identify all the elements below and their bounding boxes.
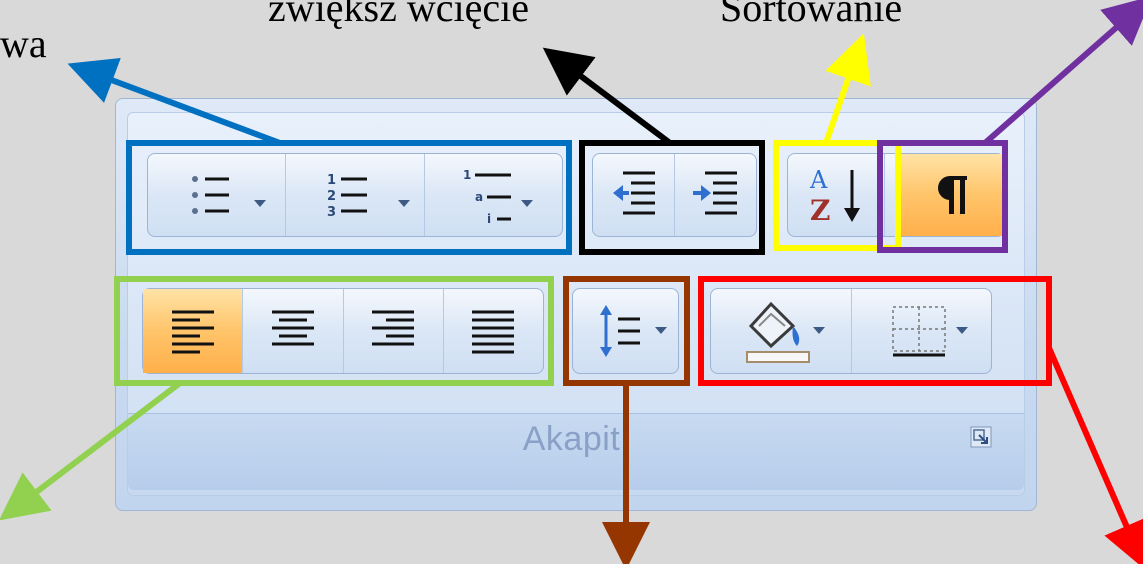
svg-text:1: 1	[327, 173, 336, 188]
line-spacing-button[interactable]	[573, 289, 678, 373]
align-right-button[interactable]	[344, 289, 444, 373]
svg-text:3: 3	[327, 205, 336, 220]
svg-text:a: a	[475, 190, 483, 204]
sort-marks-button-group: A Z	[787, 153, 1005, 237]
svg-text:1: 1	[463, 168, 471, 182]
callout-caption-increase-indent: zwiększ wcięcie	[268, 0, 529, 30]
align-left-icon	[171, 310, 214, 354]
align-center-button[interactable]	[243, 289, 344, 373]
sort-button[interactable]: A Z	[788, 154, 885, 236]
shading-button[interactable]	[711, 289, 852, 373]
borders-button[interactable]	[852, 289, 992, 373]
align-right-icon	[372, 310, 415, 346]
bullets-button[interactable]	[148, 154, 287, 236]
align-left-button[interactable]	[143, 289, 244, 373]
multilevel-list-button[interactable]: 1ai	[425, 154, 562, 236]
dialog-launcher-icon[interactable]	[970, 426, 992, 448]
sort-spacer	[885, 154, 900, 236]
decrease-indent-icon	[612, 171, 655, 215]
line-spacing-button-group	[572, 288, 679, 374]
bullets-icon	[191, 176, 229, 214]
paint-bucket-icon	[745, 301, 810, 363]
svg-text:Z: Z	[810, 194, 830, 227]
multilevel-dropdown-icon[interactable]	[520, 200, 533, 207]
multilevel-list-icon: 1ai	[463, 168, 512, 226]
callout-caption-left: wa	[0, 21, 47, 66]
pilcrow-icon	[938, 176, 967, 214]
numbering-button[interactable]: 123	[286, 154, 425, 236]
numbering-icon: 123	[327, 173, 367, 220]
align-center-icon	[271, 310, 314, 346]
justify-icon	[472, 310, 515, 354]
justify-button[interactable]	[444, 289, 543, 373]
line-spacing-dropdown-icon[interactable]	[655, 327, 667, 334]
svg-text:A: A	[809, 166, 828, 194]
svg-text:i: i	[487, 212, 491, 226]
increase-indent-icon	[692, 171, 737, 215]
borders-icon	[892, 306, 946, 357]
numbering-dropdown-icon[interactable]	[398, 200, 411, 207]
line-spacing-icon	[599, 305, 640, 357]
show-marks-button[interactable]	[900, 154, 1004, 236]
borders-dropdown-icon[interactable]	[955, 327, 968, 334]
shading-borders-button-group	[710, 288, 992, 374]
bullets-dropdown-icon[interactable]	[254, 200, 266, 207]
svg-text:2: 2	[327, 189, 336, 204]
callout-caption-sort: Sortowanie	[720, 0, 903, 30]
list-button-group: 123 1ai	[147, 153, 563, 237]
shading-dropdown-icon[interactable]	[813, 327, 825, 334]
sort-az-icon: A Z	[809, 166, 860, 227]
indent-button-group	[592, 153, 757, 237]
increase-indent-button[interactable]	[675, 154, 756, 236]
alignment-button-group	[142, 288, 544, 374]
decrease-indent-button[interactable]	[593, 154, 675, 236]
